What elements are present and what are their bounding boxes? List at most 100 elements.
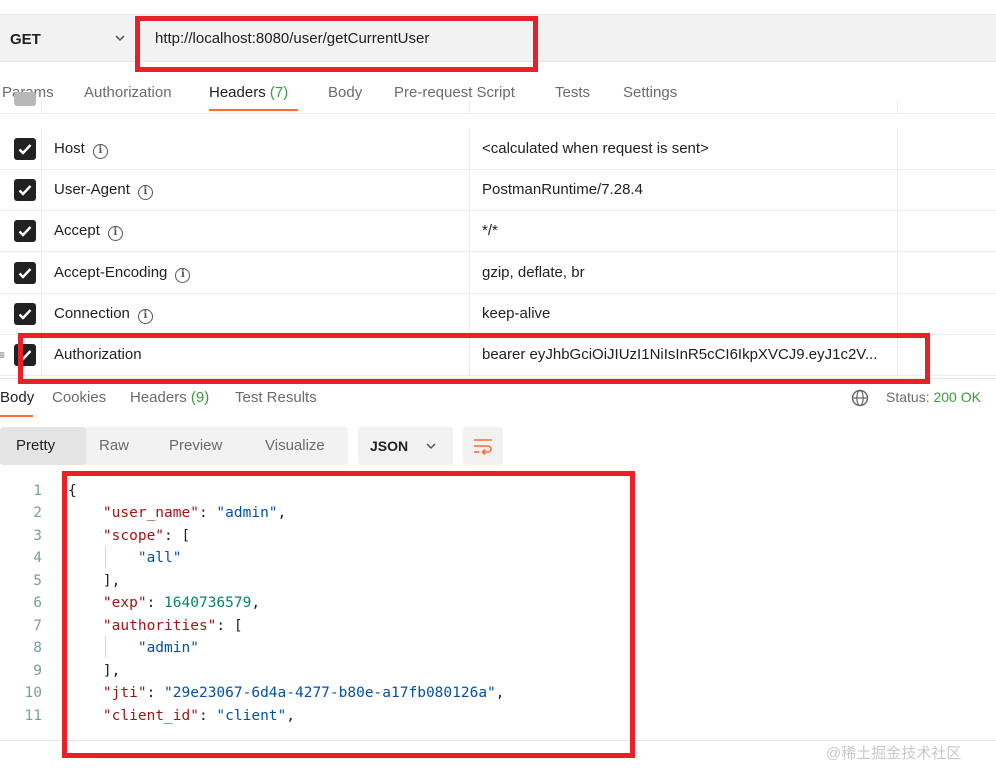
tab-headers[interactable]: Headers (7) [209,84,288,101]
header-key-text: Accept [54,222,100,239]
globe-icon[interactable] [851,389,869,407]
checkbox[interactable] [14,138,36,160]
checkbox-cell [0,210,42,251]
header-key[interactable]: Host i [54,140,108,159]
table-row: Accept i */* [0,210,996,252]
info-icon[interactable]: i [107,226,123,241]
check-icon [18,185,32,196]
wrap-lines-button[interactable] [463,427,503,465]
line-number: 6 [33,595,42,611]
tab-label: Body [328,84,363,101]
line-number: 7 [33,618,42,634]
tab-cookies[interactable]: Cookies [52,389,106,406]
format-preview[interactable]: Preview [169,437,222,454]
tab-tests[interactable]: Tests [555,84,590,101]
column-divider [469,128,470,169]
line-number: 4 [33,550,42,566]
header-key-text: Host [54,140,85,157]
header-value[interactable]: */* [482,222,498,239]
table-row: User-Agent i PostmanRuntime/7.28.4 [0,169,996,211]
column-divider [897,169,898,210]
header-key-text: User-Agent [54,181,130,198]
status-value: 200 OK [933,389,981,405]
header-value[interactable]: <calculated when request is sent> [482,140,709,157]
header-value[interactable]: PostmanRuntime/7.28.4 [482,181,643,198]
table-row [0,92,996,114]
tab-body[interactable]: Body [328,84,362,101]
format-pretty[interactable]: Pretty [16,437,55,454]
tab-pre-request-script[interactable]: Pre-request Script [394,84,515,101]
info-icon[interactable]: i [137,309,153,324]
active-tab-indicator [0,415,33,417]
tab-authorization[interactable]: Authorization [84,84,172,101]
tab-label: Tests [555,84,591,101]
header-key[interactable]: Accept i [54,222,123,241]
chevron-down-icon[interactable] [113,31,127,45]
format-tabs: Pretty Raw Preview Visualize [0,427,348,465]
info-icon[interactable]: i [175,268,191,283]
tab-label: Headers [209,84,266,101]
wrap-lines-icon [474,439,492,455]
format-visualize[interactable]: Visualize [265,437,325,454]
check-icon [18,144,32,155]
column-divider [469,293,470,334]
check-icon [18,309,32,320]
tab-count: (9) [190,389,210,406]
annotation-box-response [62,471,635,758]
checkbox-cell [0,252,42,293]
language-select[interactable]: JSON [358,427,453,465]
column-divider [897,128,898,169]
header-key[interactable]: Connection i [54,305,153,324]
checkbox-cell [0,169,42,210]
header-value[interactable]: gzip, deflate, br [482,264,585,281]
status-label: Status: [886,389,930,405]
check-icon [18,226,32,237]
table-row: Connection i keep-alive [0,293,996,335]
tab-settings[interactable]: Settings [623,84,677,101]
tab-label: Test Results [235,389,317,406]
tab-response-headers[interactable]: Headers (9) [130,389,209,406]
tab-count: (7) [269,84,289,101]
line-number: 3 [33,528,42,544]
checkbox[interactable] [14,303,36,325]
method-select[interactable]: GET [10,31,41,48]
header-key[interactable]: User-Agent i [54,181,153,200]
tab-label: Pre-request Script [394,84,515,101]
header-key-text: Accept-Encoding [54,264,168,281]
line-number: 8 [33,640,42,656]
line-number: 1 [33,483,42,499]
info-icon[interactable]: i [92,144,108,159]
tab-label: Headers [130,389,187,406]
tab-test-results[interactable]: Test Results [235,389,317,406]
header-value[interactable]: keep-alive [482,305,550,322]
column-divider [897,293,898,334]
language-label: JSON [370,438,409,454]
column-divider [897,252,898,293]
column-divider [469,210,470,251]
checkbox[interactable] [14,92,36,106]
tab-label: Body [0,389,35,406]
tab-response-body[interactable]: Body [0,389,34,406]
checkbox-cell [0,92,42,113]
checkbox[interactable] [14,179,36,201]
line-number: 5 [33,573,42,589]
annotation-box-url [135,16,538,72]
column-divider [897,210,898,251]
checkbox[interactable] [14,220,36,242]
header-key[interactable]: Accept-Encoding i [54,264,191,283]
column-divider [469,169,470,210]
column-divider [469,100,470,113]
checkbox[interactable] [14,262,36,284]
annotation-box-authorization [18,333,930,384]
line-number: 2 [33,505,42,521]
tab-label: Cookies [52,389,107,406]
response-status: Status: 200 OK [886,389,981,405]
table-row: Host i <calculated when request is sent> [0,128,996,170]
line-number: 10 [24,685,42,701]
info-icon[interactable]: i [137,185,153,200]
format-raw[interactable]: Raw [99,437,129,454]
table-row: Accept-Encoding i gzip, deflate, br [0,252,996,294]
tab-label: Settings [623,84,678,101]
column-divider [897,100,898,113]
line-number: 11 [24,708,42,724]
